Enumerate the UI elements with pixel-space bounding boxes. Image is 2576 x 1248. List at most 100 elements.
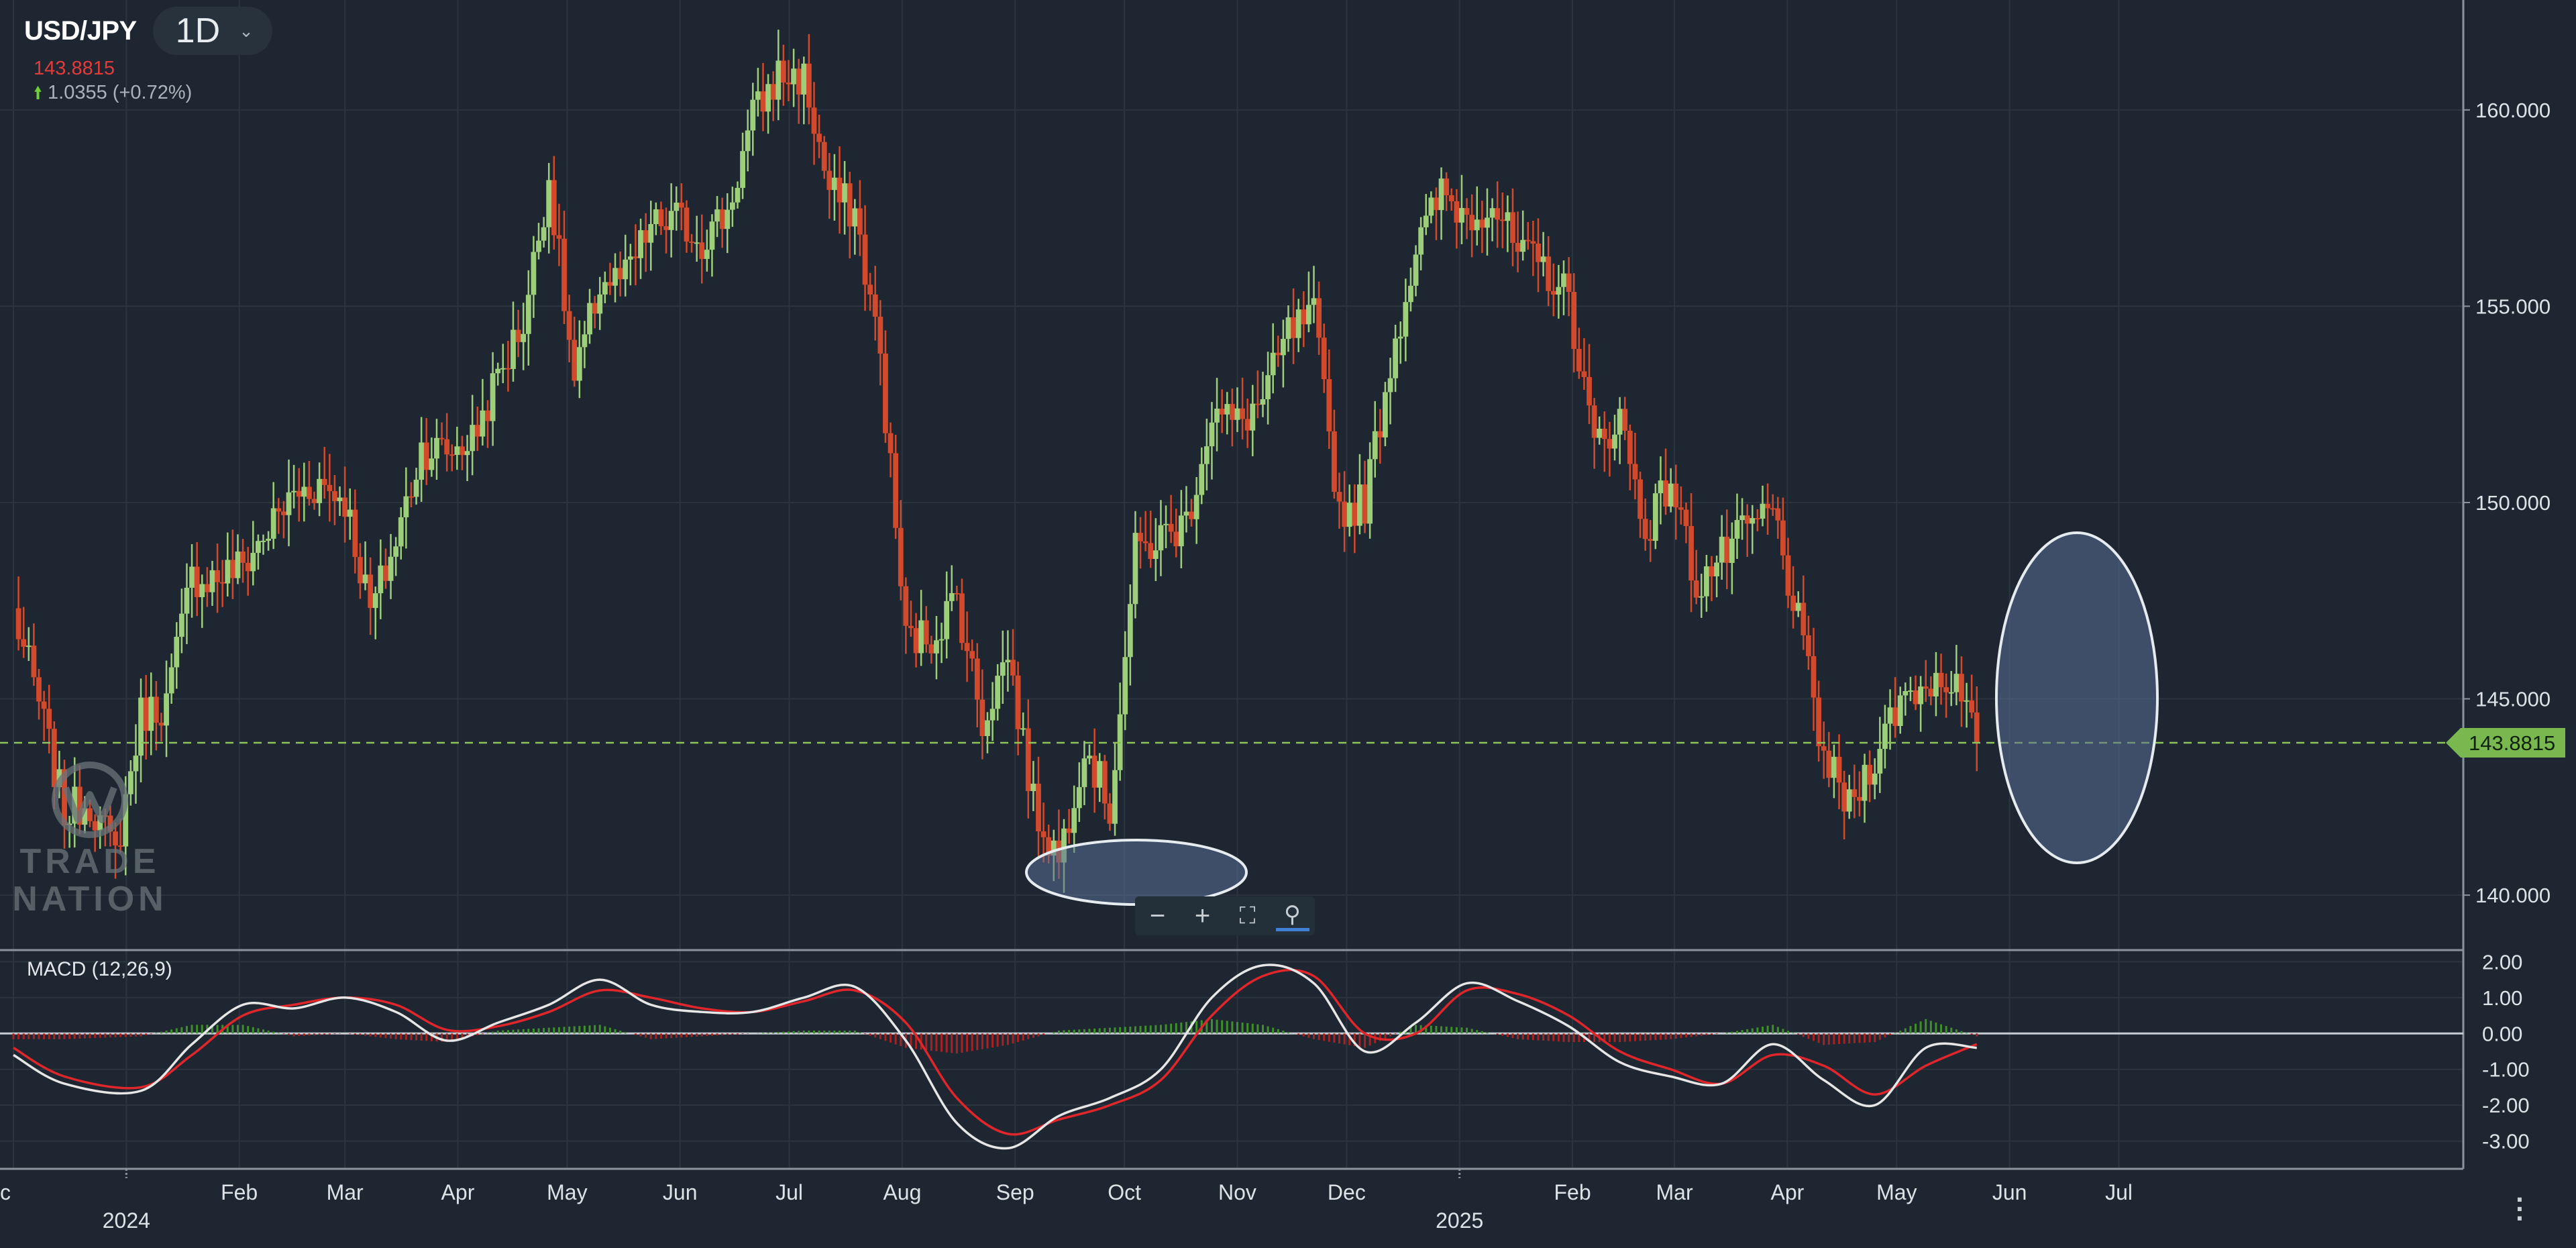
candle-body	[775, 60, 782, 100]
candle	[1127, 584, 1133, 686]
zoom-out-icon[interactable]: −	[1141, 901, 1175, 931]
time-tick-label: Sep	[996, 1180, 1034, 1204]
candle	[286, 459, 292, 547]
candle	[663, 207, 669, 254]
candle	[1183, 486, 1189, 533]
candle-body	[872, 294, 878, 317]
candle	[638, 218, 643, 279]
candle-body	[1770, 508, 1776, 510]
candle	[770, 71, 776, 121]
candle-body	[219, 582, 225, 584]
candle	[1652, 483, 1658, 550]
candle	[1857, 771, 1862, 817]
candle-body	[974, 658, 980, 700]
candle	[240, 539, 246, 583]
candle-body	[607, 282, 613, 286]
candle	[1254, 370, 1260, 419]
candle	[1428, 191, 1434, 223]
chart-area[interactable]: 140.000 145.000 150.000 155.000 160.000 2.00 1…	[0, 0, 2576, 1248]
candle	[1209, 402, 1215, 480]
candle	[1959, 656, 1964, 727]
candle-body	[791, 68, 797, 85]
candle-body	[1301, 309, 1307, 325]
candle-body	[1964, 700, 1970, 702]
candle	[1479, 201, 1485, 254]
candle-body	[837, 177, 843, 203]
price-tick-label: 155.000	[2475, 295, 2551, 318]
candle-body	[556, 235, 562, 239]
candle-body	[1591, 405, 1597, 438]
candle	[995, 664, 1001, 721]
candle-body	[1892, 707, 1898, 726]
candle-body	[1270, 352, 1276, 376]
candle	[1581, 337, 1587, 390]
timeframe-selector[interactable]: 1D ⌄	[152, 7, 272, 55]
candle-body	[1214, 409, 1220, 423]
candle	[1841, 770, 1847, 840]
candle	[781, 44, 786, 106]
candle	[546, 162, 552, 254]
more-vertical-icon[interactable]: ...	[2513, 1178, 2526, 1225]
candle-body	[511, 329, 516, 369]
candle	[938, 623, 945, 664]
candle	[1566, 257, 1572, 317]
zoom-in-icon[interactable]: +	[1186, 901, 1220, 931]
candle-body	[989, 709, 996, 721]
chart-canvas[interactable]: 140.000 145.000 150.000 155.000 160.000 2.00 1…	[0, 0, 2576, 1248]
candle	[429, 437, 435, 477]
candle	[1867, 750, 1873, 802]
candle	[974, 643, 980, 727]
fullscreen-icon[interactable]: ⛶	[1231, 903, 1265, 929]
year-label: 2024	[103, 1208, 150, 1233]
candle-body	[1536, 244, 1541, 262]
candle	[1469, 194, 1475, 258]
candle	[1648, 520, 1654, 562]
candle	[1801, 575, 1807, 650]
candle	[1081, 741, 1087, 805]
candle	[602, 271, 608, 303]
candle-body	[525, 295, 531, 334]
candle	[460, 435, 465, 470]
candle	[704, 229, 710, 272]
candle-body	[480, 410, 486, 437]
candle	[229, 529, 235, 599]
time-tick-label: Mar	[1656, 1180, 1693, 1204]
candle	[1530, 220, 1536, 276]
candle-body	[867, 284, 873, 295]
watermark-line2: NATION	[12, 880, 168, 919]
macd-tick-label: 1.00	[2482, 986, 2522, 1010]
candle	[36, 669, 42, 720]
candle-body	[1729, 538, 1735, 563]
candle	[337, 486, 343, 516]
magnifier-icon[interactable]: ⚲	[1275, 901, 1309, 931]
candle-body	[633, 256, 639, 258]
candle	[1612, 415, 1617, 461]
candle-body	[138, 697, 144, 756]
candle-body	[1352, 503, 1358, 526]
candle	[1280, 319, 1286, 388]
candle	[551, 156, 557, 250]
candle-body	[658, 209, 664, 227]
candle	[719, 197, 725, 248]
candle	[464, 435, 470, 481]
candle	[189, 543, 195, 618]
candle-body	[1693, 580, 1699, 598]
candle	[168, 653, 174, 704]
candle-body	[352, 509, 358, 558]
candle-body	[1219, 409, 1225, 415]
symbol-name[interactable]: USD/JPY	[24, 16, 137, 46]
candle-body	[1831, 756, 1837, 778]
candle	[1744, 504, 1750, 558]
candle-body	[546, 180, 552, 227]
candle-body	[1908, 690, 1913, 692]
candle	[801, 56, 807, 125]
candle	[1438, 167, 1444, 240]
candle-body	[1132, 533, 1138, 605]
candle-body	[612, 268, 618, 286]
candle-body	[1474, 219, 1480, 231]
time-tick-label: Jul	[2105, 1180, 2133, 1204]
time-tick-label: Feb	[221, 1180, 258, 1204]
candle	[852, 199, 858, 255]
candle	[1112, 742, 1118, 836]
candle	[633, 224, 639, 286]
